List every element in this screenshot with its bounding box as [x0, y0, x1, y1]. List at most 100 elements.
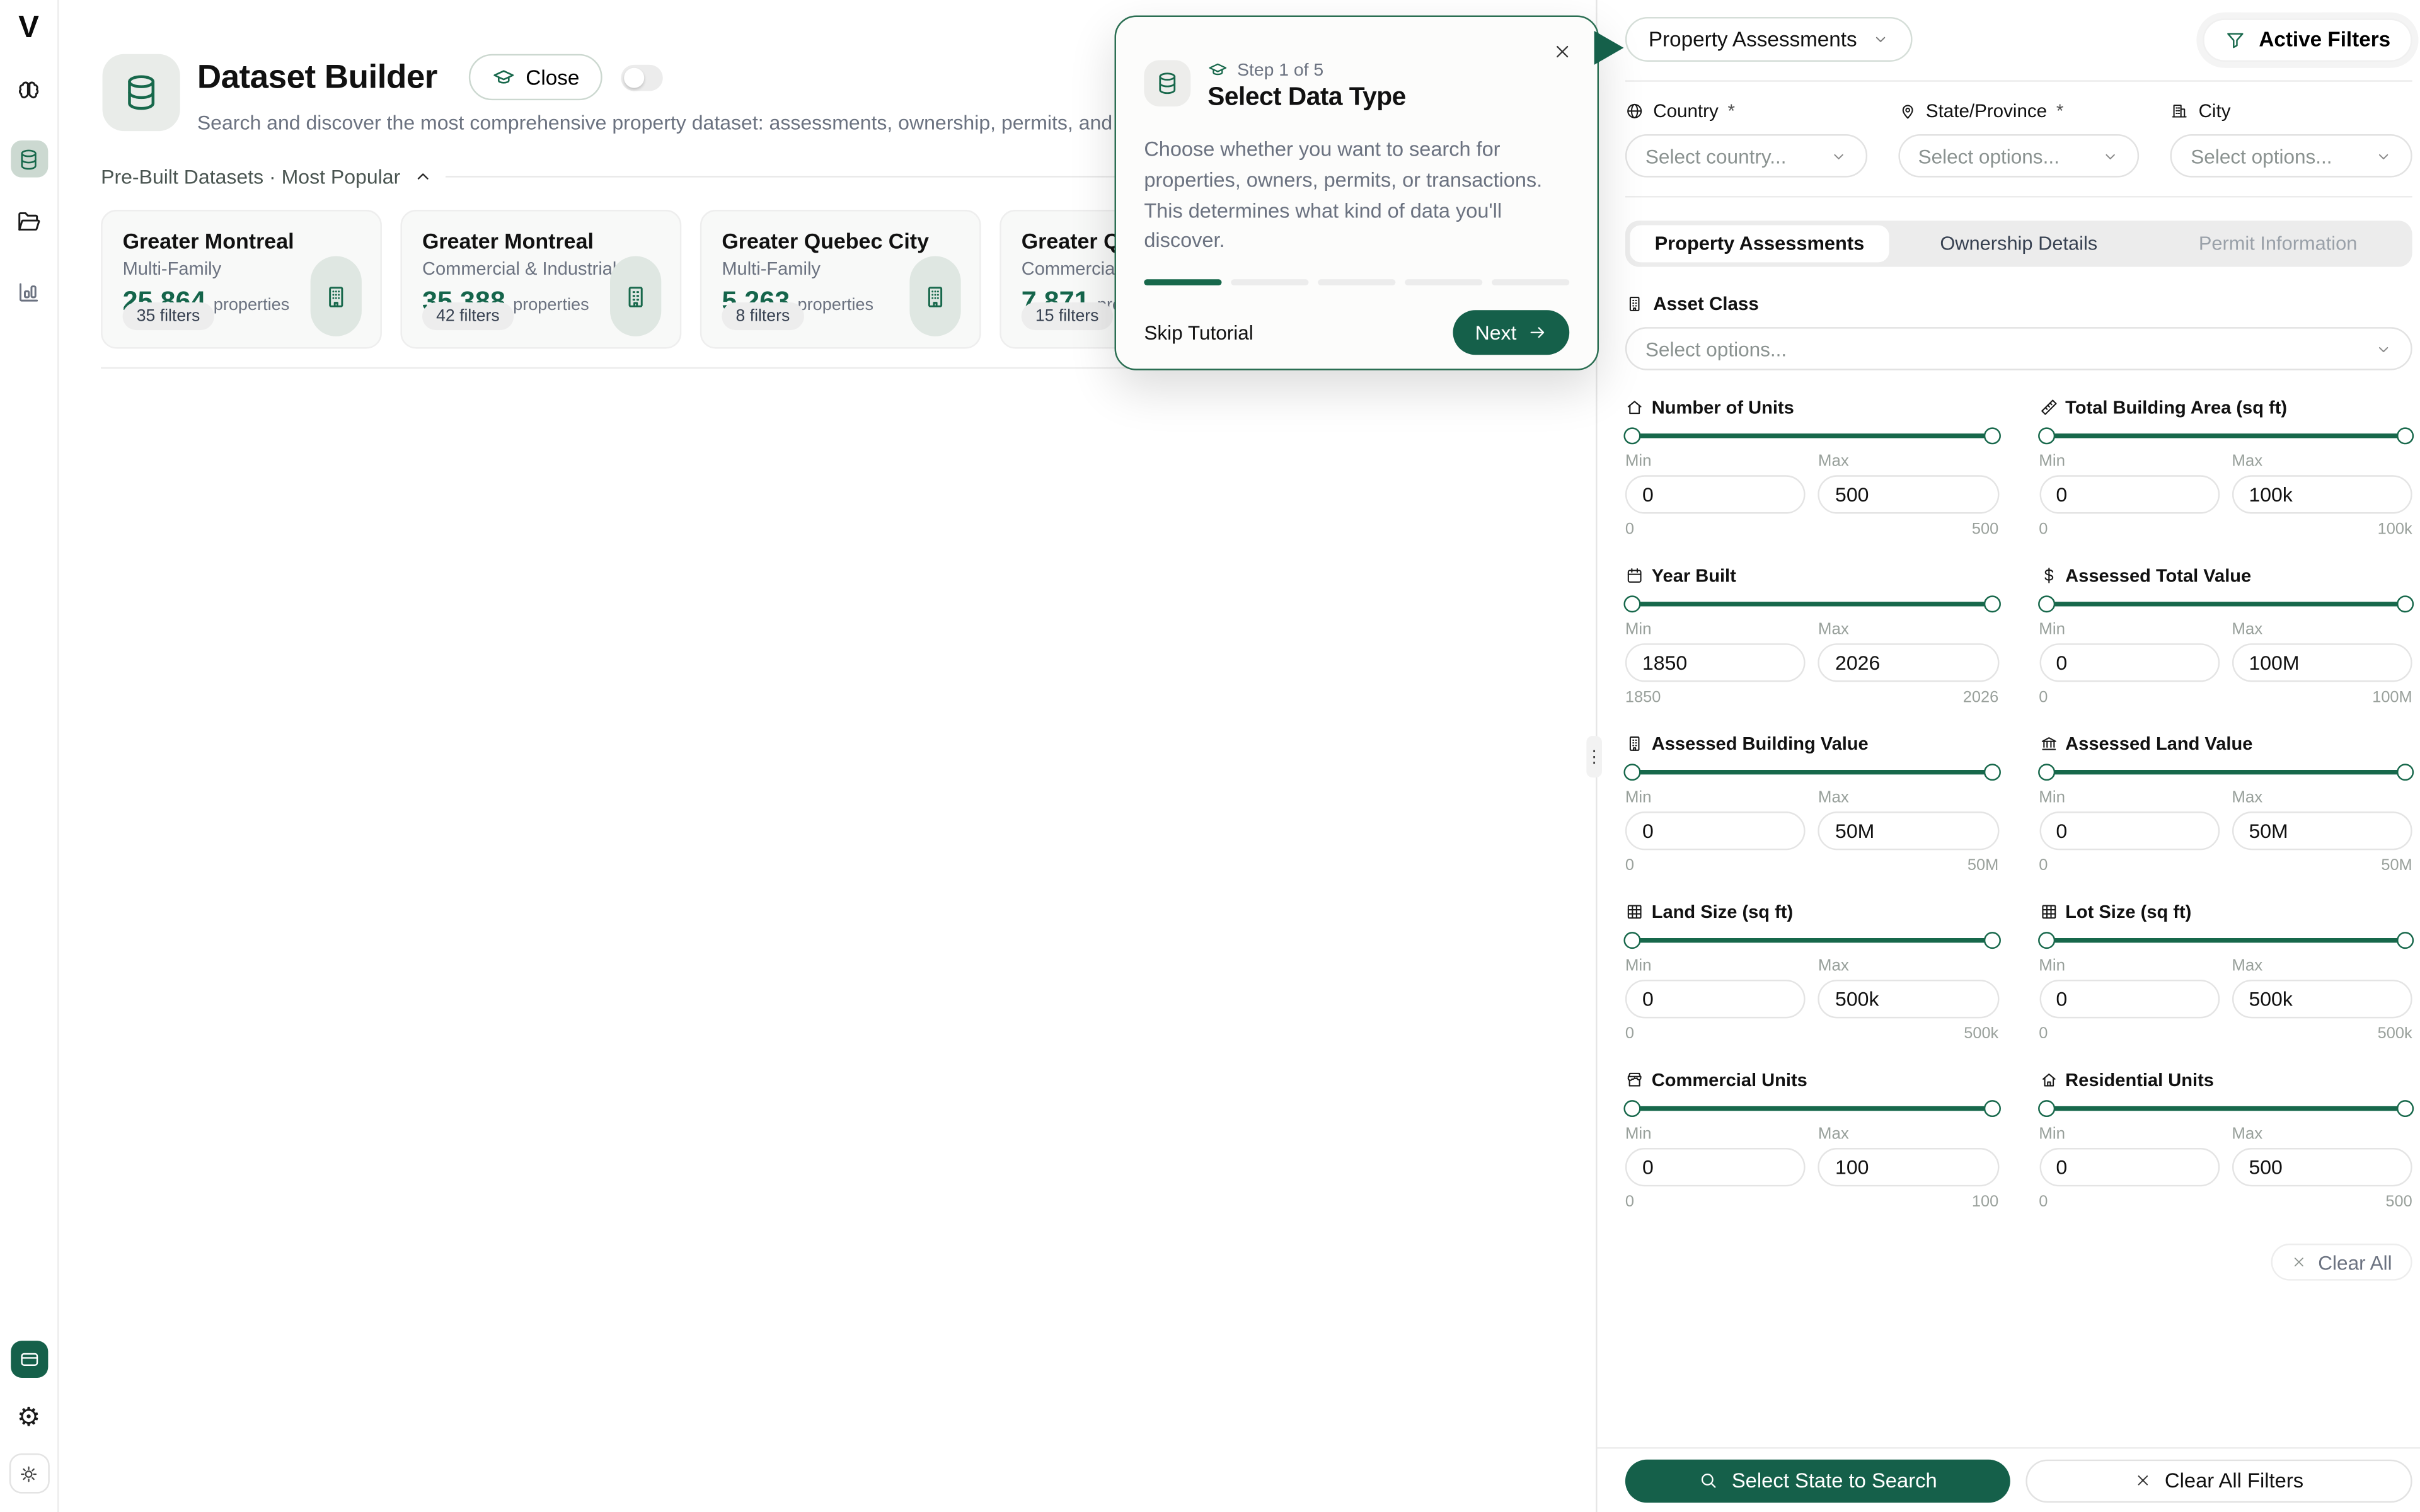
panel-resize-handle[interactable]: ⋮ — [1586, 736, 1602, 777]
tab-permit-information[interactable]: Permit Information — [2148, 226, 2407, 263]
slider-handle-max[interactable] — [1983, 427, 2000, 444]
min-label: Min — [2039, 452, 2219, 471]
range-slider[interactable] — [2039, 426, 2412, 444]
active-filters-button[interactable]: Active Filters — [2203, 18, 2412, 61]
slider-track — [2039, 433, 2412, 438]
slider-handle-min[interactable] — [2037, 764, 2054, 781]
min-input[interactable] — [1625, 811, 1806, 850]
max-input[interactable] — [1818, 980, 1998, 1018]
asset-class-select[interactable]: Select options... — [1625, 327, 2412, 370]
card-icon — [18, 1348, 39, 1370]
card-filters-badge: 42 filters — [422, 302, 514, 330]
clear-all-filters-button[interactable]: Clear All Filters — [2025, 1459, 2412, 1503]
theme-toggle-button[interactable] — [9, 1453, 49, 1494]
sidebar-item-cards[interactable] — [10, 1341, 47, 1378]
min-input[interactable] — [1625, 475, 1806, 513]
slider-handle-min[interactable] — [1623, 764, 1640, 781]
prebuilt-heading: Pre-Built Datasets · Most Popular — [101, 165, 400, 188]
range-min-bound: 0 — [1625, 1194, 1634, 1211]
slider-handle-min[interactable] — [1623, 932, 1640, 949]
dataset-builder-icon — [103, 54, 180, 131]
min-input[interactable] — [2039, 811, 2219, 850]
min-input[interactable] — [1625, 980, 1806, 1018]
brain-icon[interactable] — [16, 79, 42, 105]
slider-handle-max[interactable] — [2397, 932, 2414, 949]
slider-handle-min[interactable] — [2037, 1100, 2054, 1117]
max-input[interactable] — [2232, 643, 2412, 682]
pin-icon — [1898, 102, 1917, 120]
max-input[interactable] — [1818, 643, 1998, 682]
clear-all-button[interactable]: Clear All — [2271, 1244, 2412, 1281]
slider-handle-max[interactable] — [2397, 764, 2414, 781]
next-button[interactable]: Next — [1453, 311, 1569, 355]
range-slider[interactable] — [1625, 426, 1998, 444]
chevron-down-icon — [2375, 147, 2392, 164]
tutorial-step-label: Step 1 of 5 — [1237, 61, 1323, 79]
min-input[interactable] — [2039, 980, 2219, 1018]
slider-handle-min[interactable] — [1623, 595, 1640, 612]
funnel-icon — [2225, 28, 2246, 50]
slider-handle-max[interactable] — [2397, 427, 2414, 444]
range-min-bound: 0 — [2039, 522, 2048, 539]
dataset-card[interactable]: Greater Montreal Commercial & Industrial… — [400, 210, 681, 348]
dataset-type-dropdown[interactable]: Property Assessments — [1625, 17, 1913, 62]
max-input[interactable] — [1818, 475, 1998, 513]
slider-handle-min[interactable] — [2037, 595, 2054, 612]
building-icon — [323, 283, 349, 309]
tutorial-toggle[interactable] — [621, 64, 664, 91]
min-input[interactable] — [1625, 1148, 1806, 1186]
range-slider[interactable] — [2039, 1099, 2412, 1117]
settings-gear-icon[interactable]: ⚙ — [17, 1404, 41, 1431]
slider-handle-min[interactable] — [2037, 932, 2054, 949]
max-input[interactable] — [1818, 1148, 1998, 1186]
chevron-up-icon[interactable] — [413, 166, 433, 186]
max-input[interactable] — [1818, 811, 1998, 850]
range-slider[interactable] — [2039, 931, 2412, 949]
slider-handle-min[interactable] — [1623, 1100, 1640, 1117]
select-state-to-search-button[interactable]: Select State to Search — [1625, 1459, 2010, 1503]
sidebar-item-datasets[interactable] — [10, 140, 47, 178]
slider-handle-max[interactable] — [2397, 595, 2414, 612]
folder-icon[interactable] — [16, 209, 42, 235]
skip-tutorial-link[interactable]: Skip Tutorial — [1144, 321, 1253, 345]
range-filter-block: Total Building Area (sq ft) Min Max 0 10… — [2039, 396, 2412, 538]
range-slider[interactable] — [1625, 1099, 1998, 1117]
slider-handle-max[interactable] — [1983, 764, 2000, 781]
dataset-card[interactable]: Greater Quebec City Multi-Family 5,263 p… — [700, 210, 981, 348]
max-input[interactable] — [2232, 475, 2412, 513]
slider-handle-max[interactable] — [1983, 1100, 2000, 1117]
slider-handle-max[interactable] — [1983, 595, 2000, 612]
location-select[interactable]: Select country... — [1625, 134, 1867, 178]
max-label: Max — [1818, 620, 1998, 638]
tab-property-assessments[interactable]: Property Assessments — [1630, 226, 1889, 263]
range-slider[interactable] — [1625, 762, 1998, 781]
min-input[interactable] — [2039, 475, 2219, 513]
max-input[interactable] — [2232, 980, 2412, 1018]
max-input[interactable] — [2232, 1148, 2412, 1186]
min-input[interactable] — [2039, 1148, 2219, 1186]
slider-handle-min[interactable] — [2037, 427, 2054, 444]
location-select[interactable]: Select options... — [1898, 134, 2140, 178]
sidebar: V ⚙ — [0, 0, 59, 1512]
max-input[interactable] — [2232, 811, 2412, 850]
tab-ownership-details[interactable]: Ownership Details — [1889, 226, 2148, 263]
range-filter-block: Number of Units Min Max 0 500 — [1625, 396, 1998, 538]
range-slider[interactable] — [1625, 594, 1998, 612]
range-slider[interactable] — [1625, 931, 1998, 949]
slider-handle-max[interactable] — [2397, 1100, 2414, 1117]
dataset-card[interactable]: Greater Montreal Multi-Family 25,864 pro… — [101, 210, 382, 348]
globe-icon — [1625, 102, 1644, 120]
range-min-bound: 0 — [2039, 1026, 2048, 1043]
min-input[interactable] — [1625, 643, 1806, 682]
home-icon — [2039, 1071, 2058, 1089]
close-tutorial-button[interactable]: Close — [468, 54, 602, 100]
location-select[interactable]: Select options... — [2170, 134, 2412, 178]
slider-handle-max[interactable] — [1983, 932, 2000, 949]
analytics-icon[interactable] — [16, 279, 42, 306]
range-slider[interactable] — [2039, 594, 2412, 612]
card-title: Greater Quebec City — [722, 230, 959, 253]
slider-handle-min[interactable] — [1623, 427, 1640, 444]
min-input[interactable] — [2039, 643, 2219, 682]
range-slider[interactable] — [2039, 762, 2412, 781]
close-icon[interactable] — [1552, 42, 1572, 62]
